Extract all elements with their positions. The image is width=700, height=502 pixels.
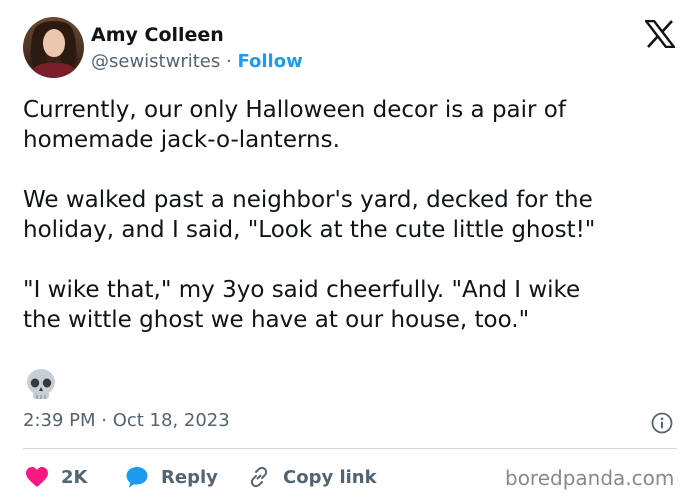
separator: · [225,51,232,72]
divider [23,448,677,449]
tweet-paragraph: We walked past a neighbor's yard, decked… [23,187,596,243]
tweet-paragraph: Currently, our only Halloween decor is a… [23,97,566,153]
tweet-timestamp[interactable]: 2:39 PM · Oct 18, 2023 [23,410,230,431]
link-icon [250,466,268,488]
handle-row: @sewistwrites · Follow [91,51,303,72]
reply-label: Reply [161,466,218,488]
like-button[interactable]: 2K [25,464,87,490]
tweet-card: Amy Colleen @sewistwrites · Follow Curre… [0,0,700,502]
copy-link-button[interactable]: Copy link [247,464,377,490]
author-name[interactable]: Amy Colleen [91,24,224,46]
info-icon[interactable] [651,412,673,434]
follow-button[interactable]: Follow [237,51,302,72]
heart-icon [26,467,48,487]
watermark: boredpanda.com [505,466,675,490]
skull-emoji-icon [27,369,55,399]
tweet-paragraph: "I wike that," my 3yo said cheerfully. "… [23,277,581,333]
copy-link-label: Copy link [283,466,377,488]
author-handle[interactable]: @sewistwrites [91,51,220,72]
reply-button[interactable]: Reply [125,464,218,490]
speech-bubble-icon [126,467,148,488]
like-count: 2K [61,466,88,488]
avatar[interactable] [23,17,84,78]
tweet-text: Currently, our only Halloween decor is a… [23,95,683,365]
x-logo-icon[interactable] [645,20,675,48]
